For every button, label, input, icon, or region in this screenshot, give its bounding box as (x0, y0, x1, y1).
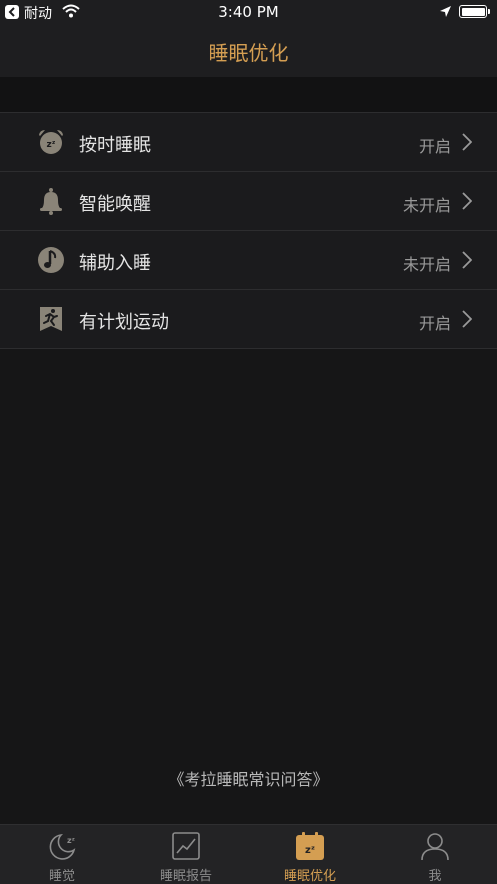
settings-list: zᶻ 按时睡眠 开启 智能唤醒 未开启 辅助入睡 未开启 有计划运动 开启 (0, 112, 497, 349)
tab-sleep-optimization[interactable]: zᶻ 睡眠优化 (248, 825, 372, 884)
tab-label: 睡觉 (48, 869, 75, 884)
setting-row-planned-exercise[interactable]: 有计划运动 开启 (0, 289, 497, 349)
setting-label: 按时睡眠 (79, 135, 151, 156)
setting-label: 智能唤醒 (79, 194, 151, 215)
setting-row-smart-wake[interactable]: 智能唤醒 未开启 (0, 171, 497, 230)
setting-row-assisted-sleep[interactable]: 辅助入睡 未开启 (0, 230, 497, 289)
person-icon (420, 831, 450, 861)
setting-status: 开启 (418, 137, 451, 156)
running-person-icon (36, 304, 66, 334)
setting-status: 开启 (418, 314, 451, 333)
setting-status: 未开启 (402, 255, 451, 274)
navigation-bar: 睡眠优化 (0, 24, 497, 77)
chart-report-icon (171, 831, 201, 861)
bell-icon (36, 186, 66, 216)
location-arrow-icon (439, 5, 452, 22)
tab-bar: zᶻ 睡觉 睡眠报告 zᶻ 睡眠优化 我 (0, 824, 497, 884)
battery-icon (459, 5, 490, 18)
chevron-right-icon (462, 192, 473, 214)
page-title: 睡眠优化 (208, 41, 289, 65)
svg-text:zᶻ: zᶻ (47, 140, 56, 150)
chevron-right-icon (462, 251, 473, 273)
tab-sleep[interactable]: zᶻ 睡觉 (0, 825, 124, 884)
tab-label: 我 (428, 869, 442, 884)
tab-label: 睡眠优化 (283, 869, 336, 884)
setting-label: 有计划运动 (79, 312, 169, 333)
sleep-faq-link[interactable]: 《考拉睡眠常识问答》 (0, 766, 497, 790)
tab-me[interactable]: 我 (373, 825, 497, 884)
svg-text:zᶻ: zᶻ (67, 836, 75, 845)
alarm-clock-icon: zᶻ (36, 127, 66, 157)
calendar-sleep-icon: zᶻ (295, 831, 325, 861)
chevron-right-icon (462, 310, 473, 332)
setting-row-sleep-on-time[interactable]: zᶻ 按时睡眠 开启 (0, 112, 497, 171)
setting-label: 辅助入睡 (79, 253, 151, 274)
tab-sleep-report[interactable]: 睡眠报告 (124, 825, 248, 884)
setting-status: 未开启 (402, 196, 451, 215)
music-note-icon (36, 245, 66, 275)
moon-sleep-icon: zᶻ (47, 831, 77, 861)
status-bar: 耐动 3:40 PM (0, 0, 497, 24)
section-spacer (0, 77, 497, 112)
chevron-right-icon (462, 133, 473, 155)
tab-label: 睡眠报告 (159, 869, 212, 884)
clock: 3:40 PM (218, 3, 279, 21)
svg-text:zᶻ: zᶻ (305, 845, 315, 856)
